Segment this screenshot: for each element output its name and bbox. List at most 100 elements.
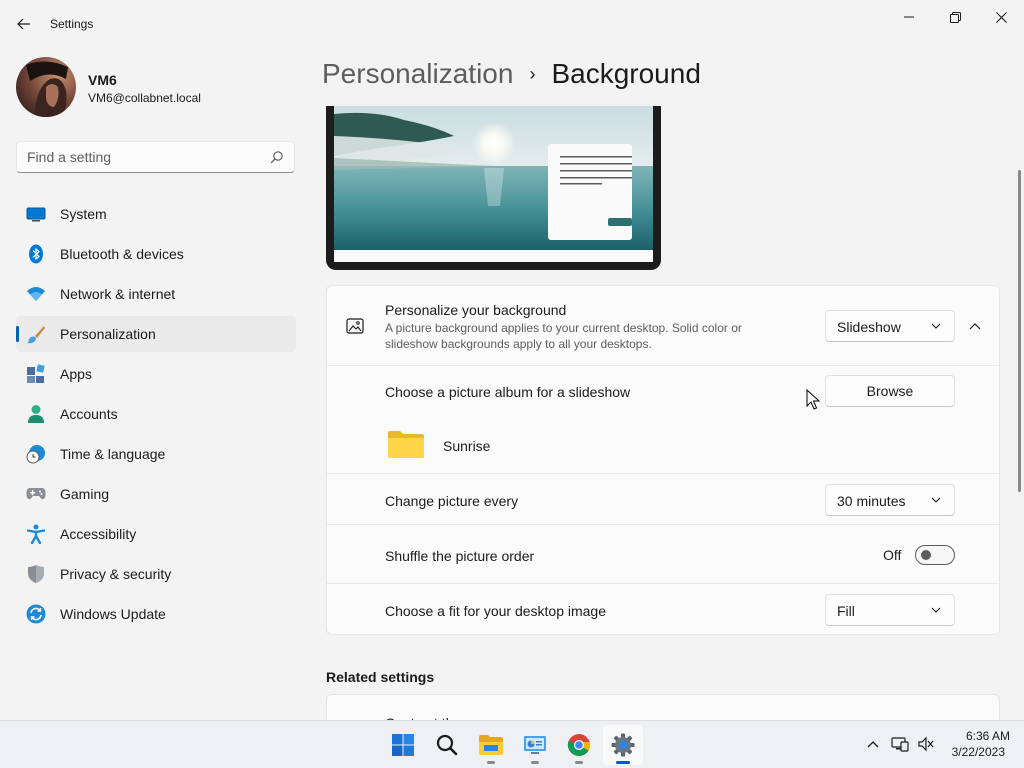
taskbar-clock-date[interactable]: 3/22/2023 (940, 745, 1005, 759)
close-icon (995, 11, 1007, 23)
start-button[interactable] (383, 725, 423, 765)
dropdown-value: 30 minutes (837, 493, 906, 509)
close-button[interactable] (978, 6, 1024, 28)
sidebar-item-apps[interactable]: Apps (16, 356, 296, 392)
sidebar-item-accessibility[interactable]: Accessibility (16, 516, 296, 552)
sidebar-item-label: Accounts (60, 406, 118, 422)
update-icon (26, 604, 46, 624)
browse-button[interactable]: Browse (825, 375, 955, 407)
preview-taskbar (334, 250, 653, 262)
windows-start-icon (392, 734, 414, 756)
minimize-icon (904, 16, 914, 18)
bluetooth-icon (26, 244, 46, 264)
interval-title: Change picture every (385, 493, 519, 509)
sidebar-item-label: Accessibility (60, 526, 137, 542)
active-indicator (616, 761, 630, 764)
album-folder-name[interactable]: Sunrise (443, 438, 490, 454)
sidebar-item-network-internet[interactable]: Network & internet (16, 276, 296, 312)
taskbar-clock-time[interactable]: 6:36 AM (950, 729, 1010, 743)
search-input[interactable] (17, 142, 257, 172)
personalize-title: Personalize your background (385, 302, 567, 318)
speaker-muted-icon (918, 736, 934, 752)
personalize-description: A picture background applies to your cur… (385, 321, 742, 351)
background-preview (326, 106, 661, 270)
picture-icon (346, 318, 364, 334)
sidebar-item-label: Bluetooth & devices (60, 246, 184, 262)
sidebar-item-personalization[interactable]: Personalization (16, 316, 296, 352)
breadcrumb: Personalization › Background (322, 58, 701, 90)
chevron-down-icon (931, 607, 941, 613)
sidebar-item-label: System (60, 206, 107, 222)
volume-tray-button[interactable] (915, 733, 937, 755)
album-title: Choose a picture album for a slideshow (385, 384, 631, 400)
system-icon (26, 204, 46, 224)
taskbar (0, 720, 1024, 768)
control-panel-button[interactable] (515, 725, 555, 765)
chevron-up-icon (867, 741, 879, 748)
sidebar-item-label: Network & internet (60, 286, 176, 302)
restore-icon (949, 11, 961, 23)
collapse-button[interactable] (965, 316, 985, 336)
sidebar-item-time-language[interactable]: Time & language (16, 436, 296, 472)
sidebar-item-label: Gaming (60, 486, 110, 502)
divider (327, 524, 999, 525)
back-arrow-icon (17, 18, 30, 30)
accessibility-icon (26, 524, 46, 544)
show-hidden-icons-button[interactable] (862, 733, 884, 755)
breadcrumb-separator: › (529, 63, 536, 84)
interval-dropdown[interactable]: 30 minutes (825, 484, 955, 516)
minimize-button[interactable] (886, 6, 932, 28)
shuffle-toggle[interactable] (915, 545, 955, 565)
divider (327, 365, 999, 366)
taskbar-search-button[interactable] (427, 725, 467, 765)
page-title: Background (551, 58, 701, 89)
brush-icon (26, 324, 46, 344)
maximize-button[interactable] (932, 6, 978, 28)
network-icon (891, 737, 909, 752)
search-icon[interactable] (270, 150, 284, 164)
toggle-knob (921, 550, 931, 560)
background-type-dropdown[interactable]: Slideshow (825, 310, 955, 342)
sidebar-item-label: Windows Update (60, 606, 166, 622)
breadcrumb-parent[interactable]: Personalization (322, 58, 513, 90)
sidebar-item-accounts[interactable]: Accounts (16, 396, 296, 432)
gamepad-icon (26, 484, 46, 504)
sidebar-item-system[interactable]: System (16, 196, 296, 232)
sidebar-item-windows-update[interactable]: Windows Update (16, 596, 296, 632)
fit-dropdown[interactable]: Fill (825, 594, 955, 626)
settings-taskbar-button[interactable] (603, 725, 643, 765)
dropdown-value: Slideshow (837, 319, 901, 335)
file-explorer-button[interactable] (471, 725, 511, 765)
network-tray-button[interactable] (889, 733, 911, 755)
running-indicator (575, 761, 583, 764)
sidebar-nav: System Bluetooth & devices Network & int… (16, 196, 296, 636)
search-icon (436, 734, 458, 756)
chevron-down-icon (931, 323, 941, 329)
fit-title: Choose a fit for your desktop image (385, 603, 607, 619)
sidebar-item-gaming[interactable]: Gaming (16, 476, 296, 512)
shuffle-state-label: Off (883, 547, 902, 563)
sidebar-item-privacy-security[interactable]: Privacy & security (16, 556, 296, 592)
back-button[interactable] (10, 12, 38, 36)
related-settings-heading: Related settings (326, 669, 435, 685)
sidebar-item-label: Privacy & security (60, 566, 172, 582)
clock-globe-icon (26, 444, 46, 464)
chrome-button[interactable] (559, 725, 599, 765)
wifi-icon (26, 284, 46, 304)
search-box[interactable] (16, 141, 295, 173)
sidebar-item-label: Time & language (60, 446, 166, 462)
divider (327, 583, 999, 584)
scrollbar[interactable] (1018, 170, 1021, 492)
running-indicator (531, 761, 539, 764)
accounts-icon (26, 404, 46, 424)
mouse-cursor-icon (806, 389, 820, 410)
shuffle-title: Shuffle the picture order (385, 548, 535, 564)
background-settings-card: Personalize your background A picture ba… (326, 285, 1000, 635)
sidebar-item-bluetooth-devices[interactable]: Bluetooth & devices (16, 236, 296, 272)
shield-icon (26, 564, 46, 584)
chevron-down-icon (931, 497, 941, 503)
settings-gear-icon (611, 733, 635, 757)
control-panel-icon (524, 736, 546, 754)
avatar[interactable] (16, 57, 76, 117)
sidebar-item-label: Apps (60, 366, 92, 382)
